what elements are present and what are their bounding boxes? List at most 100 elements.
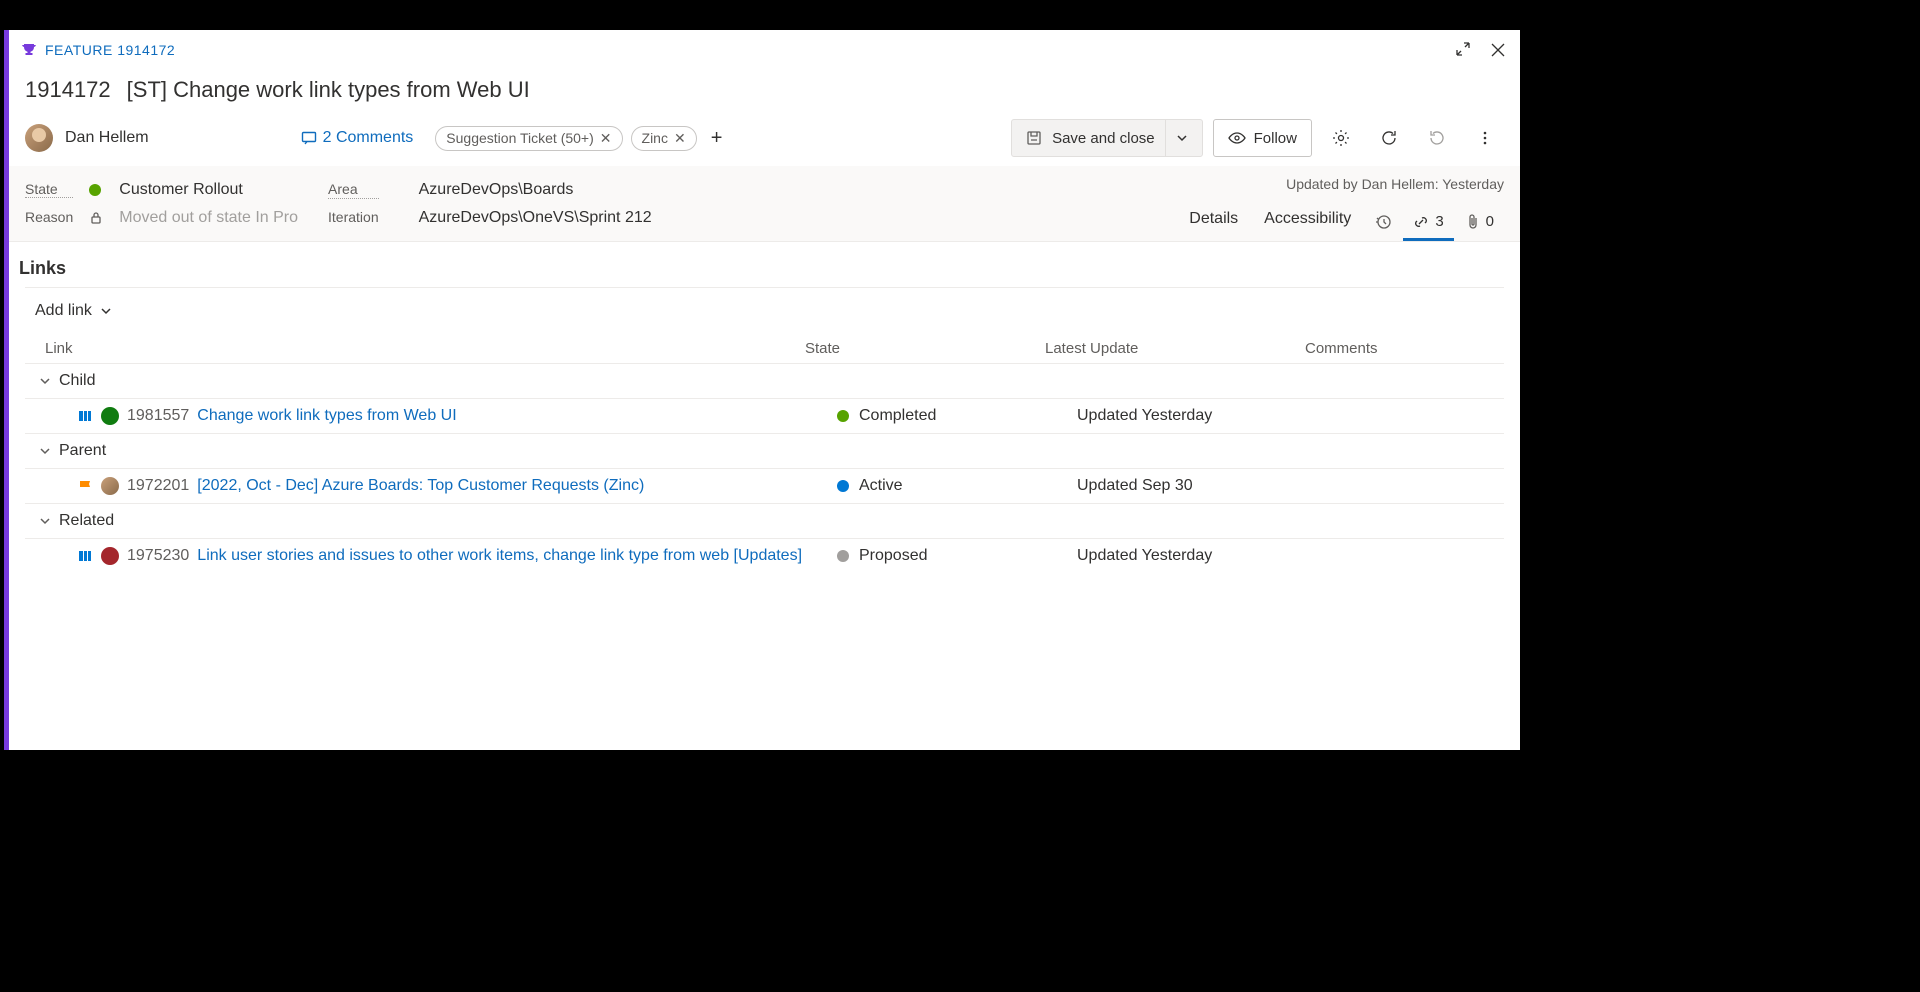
state-value[interactable]: Customer Rollout <box>119 181 298 199</box>
area-value[interactable]: AzureDevOps\Boards <box>419 181 652 199</box>
expand-icon[interactable] <box>1454 40 1472 60</box>
item-id: 1975230 <box>127 547 189 565</box>
link-group-header[interactable]: Child <box>25 363 1504 398</box>
item-title-link[interactable]: Change work link types from Web UI <box>197 407 456 425</box>
links-section: Links Add link Link State Latest Update … <box>9 242 1520 583</box>
refresh-button[interactable] <box>1370 119 1408 157</box>
comments-count-label: 2 Comments <box>323 129 414 147</box>
epic-icon <box>77 478 93 494</box>
attachments-count: 0 <box>1486 213 1494 230</box>
work-item-title[interactable]: [ST] Change work link types from Web UI <box>127 77 530 103</box>
col-comments[interactable]: Comments <box>1305 340 1504 357</box>
avatar[interactable] <box>25 124 53 152</box>
chevron-down-icon[interactable] <box>39 375 51 387</box>
chevron-down-icon <box>100 305 112 317</box>
close-icon[interactable] <box>1488 40 1508 60</box>
follow-label: Follow <box>1254 130 1297 147</box>
story-icon <box>77 408 93 424</box>
links-title: Links <box>19 258 1504 279</box>
col-state[interactable]: State <box>805 340 1045 357</box>
state-grid: State Customer Rollout Reason Moved out … <box>25 181 298 227</box>
tag[interactable]: Suggestion Ticket (50+) ✕ <box>435 126 622 151</box>
state-row: State Customer Rollout Reason Moved out … <box>9 166 1520 242</box>
tag-label: Suggestion Ticket (50+) <box>446 130 593 146</box>
link-group-header[interactable]: Parent <box>25 433 1504 468</box>
area-label: Area <box>328 181 379 199</box>
state-cell: Completed <box>837 407 1077 425</box>
save-chevron-icon[interactable] <box>1165 120 1188 156</box>
toolbar-left: Dan Hellem 2 Comments Suggestion Ticket … <box>25 124 728 152</box>
tab-accessibility[interactable]: Accessibility <box>1252 200 1363 241</box>
add-link-label: Add link <box>35 302 92 320</box>
toolbar: Dan Hellem 2 Comments Suggestion Ticket … <box>9 110 1520 166</box>
state-label: State <box>25 181 73 198</box>
work-item-id: 1914172 <box>25 77 111 103</box>
comments-link[interactable]: 2 Comments <box>301 129 414 147</box>
tags: Suggestion Ticket (50+)✕Zinc✕+ <box>435 126 728 151</box>
link-table-header: Link State Latest Update Comments <box>25 334 1504 363</box>
reason-label: Reason <box>25 209 73 226</box>
more-actions-button[interactable] <box>1466 119 1504 157</box>
tab-history[interactable] <box>1365 206 1401 241</box>
col-link[interactable]: Link <box>45 340 805 357</box>
link-cell: 1981557 Change work link types from Web U… <box>77 407 837 425</box>
comment-icon <box>301 130 317 146</box>
state-dot-icon <box>89 184 101 196</box>
state-dot-icon <box>837 480 849 492</box>
state-text: Completed <box>859 407 936 425</box>
story-icon <box>77 548 93 564</box>
link-cell: 1975230 Link user stories and issues to o… <box>77 547 837 565</box>
link-item-row[interactable]: 1975230 Link user stories and issues to o… <box>25 538 1504 573</box>
chevron-down-icon[interactable] <box>39 515 51 527</box>
tag-remove-icon[interactable]: ✕ <box>600 130 612 147</box>
tabs: Details Accessibility 3 0 <box>1177 200 1504 241</box>
item-id: 1981557 <box>127 407 189 425</box>
tab-links[interactable]: 3 <box>1403 205 1453 241</box>
trophy-icon <box>21 42 37 58</box>
updated-by: Updated by Dan Hellem: Yesterday <box>1286 176 1504 192</box>
reason-value: Moved out of state In Pro <box>119 209 298 227</box>
state-dot-icon <box>837 550 849 562</box>
tab-attachments[interactable]: 0 <box>1456 205 1504 241</box>
group-name: Related <box>59 512 114 530</box>
add-link-button[interactable]: Add link <box>25 288 1504 334</box>
titlebar: FEATURE 1914172 <box>9 30 1520 70</box>
state-cell: Active <box>837 477 1077 495</box>
eye-icon <box>1228 129 1246 147</box>
assignee-name[interactable]: Dan Hellem <box>65 129 149 147</box>
updated-text: Updated Yesterday <box>1077 547 1337 565</box>
link-group-header[interactable]: Related <box>25 503 1504 538</box>
header-row: 1914172 [ST] Change work link types from… <box>9 70 1520 110</box>
state-text: Proposed <box>859 547 928 565</box>
col-latest-update[interactable]: Latest Update <box>1045 340 1305 357</box>
item-title-link[interactable]: [2022, Oct - Dec] Azure Boards: Top Cust… <box>197 477 644 495</box>
save-and-close-button[interactable]: Save and close <box>1011 119 1203 157</box>
item-id: 1972201 <box>127 477 189 495</box>
iteration-value[interactable]: AzureDevOps\OneVS\Sprint 212 <box>419 209 652 227</box>
iteration-label: Iteration <box>328 209 379 227</box>
link-cell: 1972201 [2022, Oct - Dec] Azure Boards: T… <box>77 477 837 495</box>
links-count: 3 <box>1435 213 1443 230</box>
tab-details[interactable]: Details <box>1177 200 1250 241</box>
link-item-row[interactable]: 1981557 Change work link types from Web U… <box>25 398 1504 433</box>
state-dot-icon <box>837 410 849 422</box>
item-title-link[interactable]: Link user stories and issues to other wo… <box>197 547 802 565</box>
links-body: Child 1981557 Change work link types from … <box>25 363 1504 573</box>
tag-remove-icon[interactable]: ✕ <box>674 130 686 147</box>
follow-button[interactable]: Follow <box>1213 119 1312 157</box>
settings-button[interactable] <box>1322 119 1360 157</box>
group-name: Child <box>59 372 95 390</box>
titlebar-left: FEATURE 1914172 <box>21 42 175 58</box>
state-text: Active <box>859 477 903 495</box>
undo-button[interactable] <box>1418 119 1456 157</box>
state-cell: Proposed <box>837 547 1077 565</box>
work-item-type-label[interactable]: FEATURE 1914172 <box>45 42 175 58</box>
group-name: Parent <box>59 442 106 460</box>
save-label: Save and close <box>1052 130 1155 147</box>
tag[interactable]: Zinc✕ <box>631 126 697 151</box>
link-item-row[interactable]: 1972201 [2022, Oct - Dec] Azure Boards: T… <box>25 468 1504 503</box>
add-tag-button[interactable]: + <box>705 127 729 150</box>
chevron-down-icon[interactable] <box>39 445 51 457</box>
toolbar-right: Save and close Follow <box>1011 119 1504 157</box>
area-block: Area AzureDevOps\Boards Iteration AzureD… <box>328 181 652 227</box>
